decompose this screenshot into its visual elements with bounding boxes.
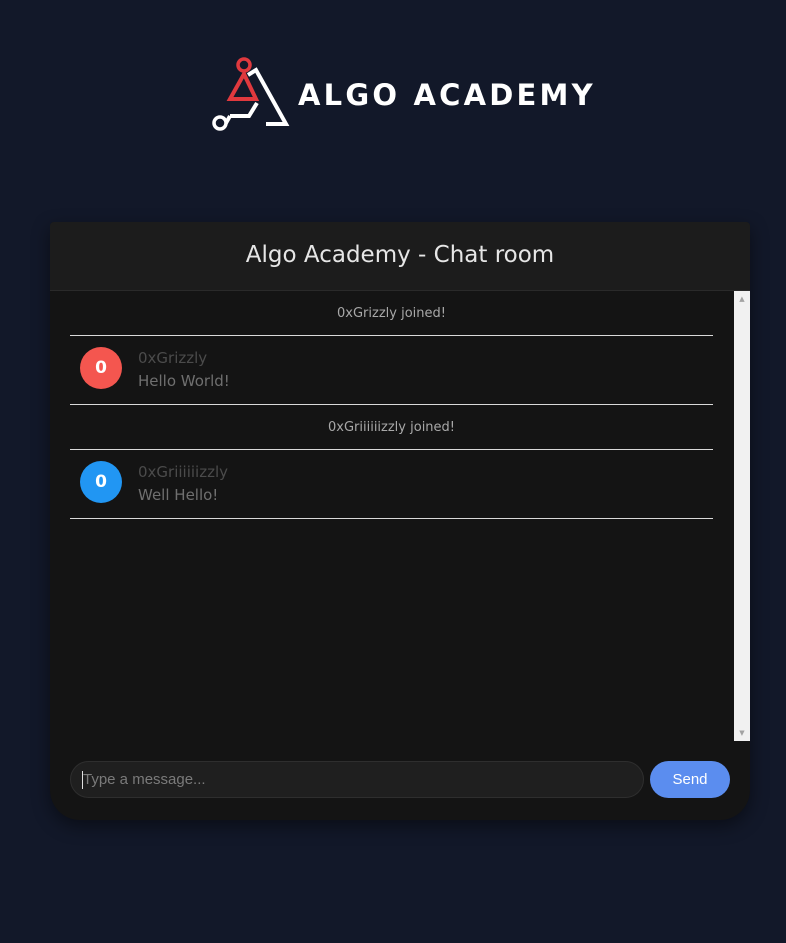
chat-header: Algo Academy - Chat room <box>50 222 750 291</box>
avatar: 0 <box>80 461 122 503</box>
message-list: 0xGrizzly joined! 0 0xGrizzly Hello Worl… <box>70 291 713 741</box>
message-text: Well Hello! <box>138 486 219 504</box>
scroll-down-arrow-icon[interactable]: ▼ <box>734 725 750 741</box>
join-notice-text: 0xGriiiiiizzly joined! <box>327 419 456 435</box>
scroll-up-arrow-icon[interactable]: ▲ <box>734 291 750 307</box>
chat-message: 0 0xGrizzly Hello World! <box>70 336 713 405</box>
message-body: 0xGrizzly Hello World! <box>138 348 230 392</box>
algo-academy-logo-icon <box>212 57 290 131</box>
message-username: 0xGriiiiiizzly <box>138 463 229 481</box>
join-notice-text: 0xGrizzly joined! <box>337 305 446 321</box>
page: ALGO ACADEMY Algo Academy - Chat room 0x… <box>0 0 786 943</box>
brand-logo: ALGO ACADEMY <box>208 54 596 134</box>
send-button[interactable]: Send <box>650 761 730 798</box>
messages-scrollbar[interactable]: ▲ ▼ <box>734 291 750 741</box>
chat-title: Algo Academy - Chat room <box>245 242 555 268</box>
brand-name: ALGO ACADEMY <box>298 78 596 112</box>
message-input[interactable] <box>70 761 644 798</box>
avatar-letter: 0 <box>95 472 107 492</box>
join-notice: 0xGriiiiiizzly joined! <box>70 405 713 450</box>
join-notice: 0xGrizzly joined! <box>70 291 713 336</box>
messages-area: 0xGrizzly joined! 0 0xGrizzly Hello Worl… <box>50 291 750 741</box>
message-composer: Send <box>70 761 730 801</box>
message-text: Hello World! <box>138 372 230 390</box>
chat-panel: Algo Academy - Chat room 0xGrizzly joine… <box>50 222 750 820</box>
avatar: 0 <box>80 347 122 389</box>
message-username: 0xGrizzly <box>138 349 208 367</box>
message-body: 0xGriiiiiizzly Well Hello! <box>138 462 228 506</box>
avatar-letter: 0 <box>95 358 107 378</box>
chat-message: 0 0xGriiiiiizzly Well Hello! <box>70 450 713 519</box>
text-caret <box>82 771 83 789</box>
